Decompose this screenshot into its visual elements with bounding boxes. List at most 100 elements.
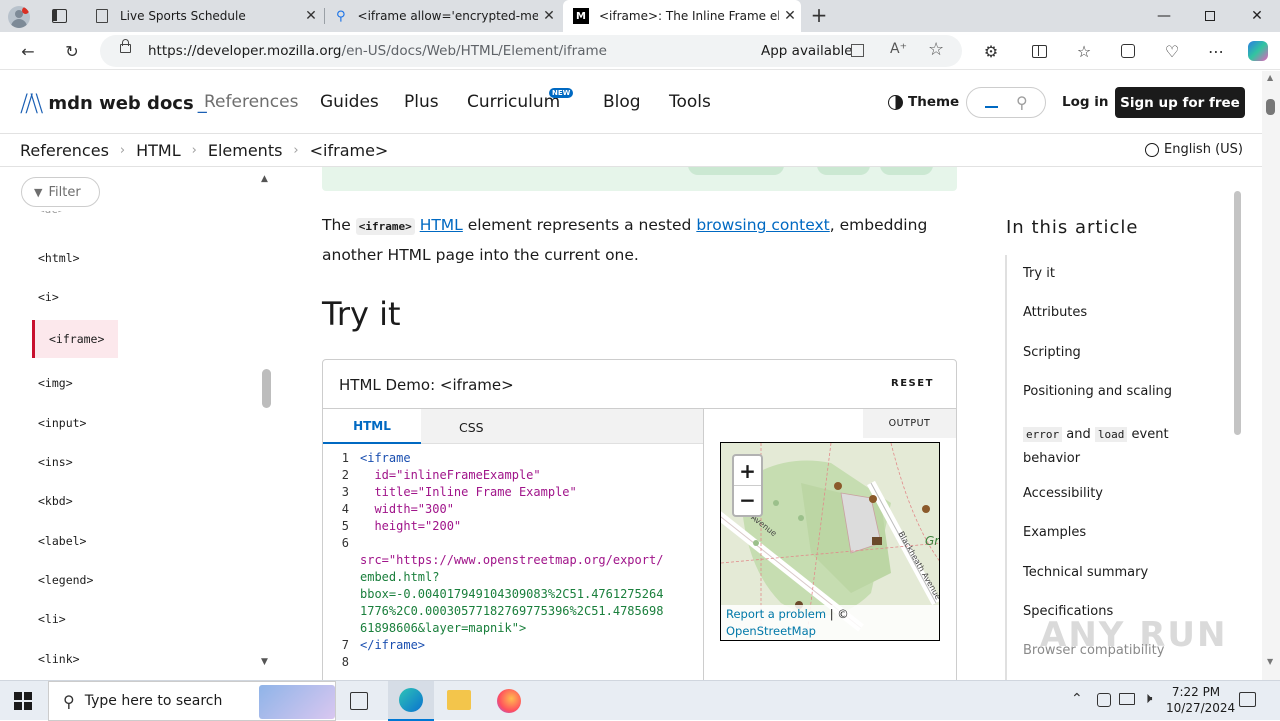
breadcrumb-chevron-icon: › [191, 143, 197, 158]
breadcrumb: References › HTML › Elements › <iframe> … [0, 134, 1262, 167]
sidebar-item-kbd[interactable]: <kbd> [38, 494, 73, 508]
sidebar-scrollbar-thumb[interactable] [262, 369, 271, 408]
tab-iframe-search[interactable]: ⚲ <iframe allow='encrypted-medi ✕ [326, 0, 560, 32]
zoom-in-button[interactable]: + [734, 456, 761, 486]
breadcrumb-html[interactable]: HTML [136, 141, 181, 160]
code-line: 6 [323, 535, 703, 552]
extensions-icon[interactable]: ⚙ [976, 36, 1006, 66]
restore-button[interactable] [1187, 0, 1233, 32]
chevron-up-icon[interactable]: ⌃ [1071, 691, 1083, 707]
app-available-text[interactable]: App available [761, 43, 853, 59]
split-screen-icon[interactable] [1024, 36, 1054, 66]
toc-error-load[interactable]: error and load event behavior [1023, 423, 1223, 471]
browser-toolbar: ← ↻ https://developer.mozilla.org/en-US/… [0, 32, 1280, 70]
sidebar-item-img[interactable]: <img> [38, 376, 73, 390]
nav-references[interactable]: References [204, 92, 298, 112]
sidebar-item-input[interactable]: <input> [38, 416, 86, 430]
reset-button[interactable]: RESET [891, 378, 934, 389]
sidebar-item-link[interactable]: <link> [38, 652, 80, 666]
install-app-icon[interactable] [851, 44, 864, 57]
nav-guides[interactable]: Guides [320, 92, 379, 112]
toc-scrollbar-thumb[interactable] [1234, 191, 1241, 435]
tab-actions-icon[interactable] [52, 9, 67, 23]
sidebar-down-arrow-icon[interactable]: ▼ [261, 657, 268, 667]
nav-curriculum[interactable]: Curriculum [467, 92, 560, 112]
nav-plus[interactable]: Plus [404, 92, 439, 112]
sidebar-item-i[interactable]: <i> [38, 290, 59, 304]
tab-css[interactable]: CSS [459, 420, 484, 435]
mdn-logo[interactable]: //\\ mdn web docs _ [20, 89, 207, 117]
map-iframe[interactable]: Avenue Blackheath Avenue Gr + − Report a… [720, 442, 940, 641]
toc-accessibility[interactable]: Accessibility [1023, 486, 1103, 501]
line-text: 61898606&layer=mapnik"> [360, 621, 527, 635]
sidebar-item-li[interactable]: <li> [38, 612, 66, 626]
close-window-button[interactable]: ✕ [1234, 0, 1280, 32]
browser-essentials-icon[interactable]: ♡ [1157, 36, 1187, 66]
read-aloud-icon[interactable]: A⁺ [890, 41, 907, 57]
taskbar-search-box[interactable]: ⚲ Type here to search [48, 681, 336, 721]
toc-attributes[interactable]: Attributes [1023, 305, 1087, 320]
minimize-button[interactable]: — [1141, 0, 1187, 32]
back-button[interactable]: ← [13, 36, 43, 66]
toc-examples[interactable]: Examples [1023, 525, 1086, 540]
page-scrollbar-thumb[interactable] [1266, 99, 1275, 115]
profile-avatar[interactable] [8, 6, 30, 28]
line-number: 3 [341, 485, 349, 499]
sidebar-item-legend[interactable]: <legend> [38, 573, 93, 587]
toc-technical-summary[interactable]: Technical summary [1023, 565, 1148, 580]
toc-try-it[interactable]: Try it [1023, 266, 1055, 281]
toc-scripting[interactable]: Scripting [1023, 345, 1081, 360]
sidebar-item-ins[interactable]: <ins> [38, 455, 73, 469]
more-menu-icon[interactable]: ⋯ [1201, 36, 1231, 66]
page-scrollbar[interactable]: ▲ ▼ [1262, 71, 1280, 680]
network-icon[interactable] [1119, 693, 1135, 705]
close-icon[interactable]: ✕ [538, 8, 560, 24]
notification-icon[interactable] [1239, 692, 1256, 707]
task-view-icon[interactable] [350, 692, 368, 710]
nav-blog[interactable]: Blog [603, 92, 641, 112]
theme-switcher[interactable]: Theme [888, 94, 959, 110]
breadcrumb-iframe[interactable]: <iframe> [310, 141, 389, 160]
login-link[interactable]: Log in [1062, 94, 1108, 110]
meet-now-icon[interactable] [1097, 693, 1111, 707]
address-bar[interactable]: https://developer.mozilla.org/en-US/docs… [100, 35, 962, 67]
copilot-icon[interactable] [1243, 36, 1273, 66]
report-problem-link[interactable]: Report a problem [726, 607, 826, 621]
tab-live-sports[interactable]: Live Sports Schedule ✕ [86, 0, 322, 32]
close-icon[interactable]: ✕ [779, 8, 801, 24]
tab-iframe-mdn[interactable]: M <iframe>: The Inline Frame elem ✕ [563, 0, 801, 32]
toc-positioning[interactable]: Positioning and scaling [1023, 384, 1172, 399]
new-tab-button[interactable]: + [808, 4, 830, 26]
html-link[interactable]: HTML [420, 216, 463, 234]
breadcrumb-chevron-icon: › [119, 143, 126, 158]
browsing-context-link[interactable]: browsing context [696, 216, 829, 234]
sidebar-up-arrow-icon[interactable]: ▲ [261, 174, 268, 184]
favorite-star-icon[interactable]: ☆ [928, 39, 944, 60]
volume-icon[interactable]: 🕨 [1143, 689, 1152, 707]
mdn-logo-icon: //\\ [20, 89, 43, 117]
code-editor[interactable]: 1 <iframe 2 id="inlineFrameExample" 3 title… [323, 450, 703, 680]
tab-html[interactable]: HTML [323, 409, 421, 444]
clock[interactable]: 7:22 PM 10/27/2024 [1166, 684, 1235, 716]
favorites-icon[interactable]: ☆ [1069, 36, 1099, 66]
collections-icon[interactable] [1113, 36, 1143, 66]
sidebar-filter-input[interactable]: ▼ Filter [21, 177, 100, 207]
sidebar-item-label-el[interactable]: <label> [38, 534, 86, 548]
osm-link[interactable]: OpenStreetMap [726, 624, 816, 638]
sidebar-item-html[interactable]: <html> [38, 251, 80, 265]
refresh-button[interactable]: ↻ [57, 36, 87, 66]
sidebar-item-iframe-active[interactable]: <iframe> [32, 320, 118, 358]
site-search-input[interactable]: ⚲ [966, 87, 1046, 118]
signup-button[interactable]: Sign up for free [1115, 87, 1245, 118]
close-icon[interactable]: ✕ [300, 8, 322, 24]
zoom-out-button[interactable]: − [734, 486, 761, 516]
map-zoom-control: + − [732, 454, 763, 517]
breadcrumb-references[interactable]: References [20, 141, 109, 160]
edge-taskbar-icon[interactable] [388, 681, 434, 721]
breadcrumb-elements[interactable]: Elements [208, 141, 283, 160]
start-button[interactable] [14, 692, 32, 710]
file-explorer-icon[interactable] [447, 690, 471, 710]
nav-tools[interactable]: Tools [669, 92, 711, 112]
language-switcher[interactable]: English (US) [1145, 142, 1243, 157]
firefox-icon[interactable] [497, 689, 521, 713]
